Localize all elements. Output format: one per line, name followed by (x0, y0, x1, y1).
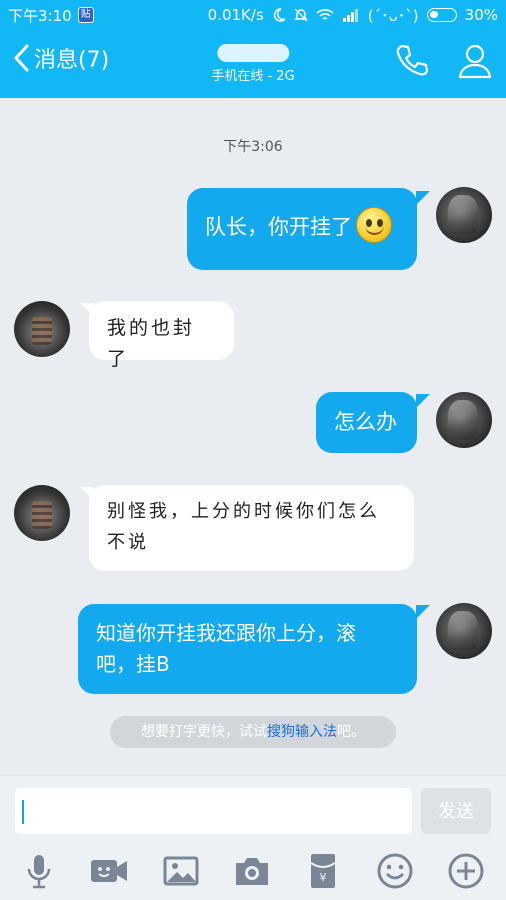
ime-link[interactable]: 搜狗输入法 (267, 724, 337, 740)
contact-name-redacted (217, 44, 289, 62)
ime-suggestion-tip: 想要打字更快，试试搜狗输入法吧。 (110, 716, 396, 748)
moon-icon (273, 8, 286, 22)
smile-emoji-icon (356, 207, 392, 243)
message-input[interactable] (15, 788, 412, 834)
chevron-left-icon (13, 44, 29, 72)
battery-level: 30% (464, 6, 498, 24)
composer: 发送 ¥ (0, 775, 506, 900)
status-emoticon: (´･ᴗ･`) (367, 6, 419, 25)
message-text: 我的也封了 (107, 317, 196, 370)
my-avatar[interactable] (436, 392, 492, 448)
camera-icon[interactable] (232, 851, 272, 891)
top-bar: 下午3:10 贴 0.01K/s (´･ᴗ･`) 30% 消息(7) 手机在线 … (0, 0, 506, 98)
message-text-line: 知道你开挂我还跟你上分，滚 (96, 621, 356, 645)
chat-timestamp: 下午3:06 (223, 139, 283, 155)
message-text: 怎么办 (334, 410, 397, 434)
battery-icon (426, 8, 457, 22)
back-label: 消息(7) (34, 48, 110, 73)
contact-avatar[interactable] (14, 301, 70, 357)
chat-header: 消息(7) 手机在线 - 2G (0, 30, 506, 98)
red-packet-icon[interactable]: ¥ (303, 851, 343, 891)
image-icon[interactable] (161, 851, 201, 891)
status-bar: 下午3:10 贴 0.01K/s (´･ᴗ･`) 30% (0, 0, 506, 30)
contact-avatar[interactable] (14, 485, 70, 541)
send-button[interactable]: 发送 (421, 788, 491, 834)
message-text-line: 别怪我，上分的时候你们怎么 (107, 501, 380, 522)
svg-text:¥: ¥ (320, 871, 327, 884)
message-text-line: 不说 (107, 532, 149, 553)
signal-icon (342, 9, 358, 22)
message-bubble-sent[interactable]: 队长，你开挂了 (187, 188, 417, 270)
phone-icon[interactable] (394, 42, 430, 78)
notification-app-icon: 贴 (77, 7, 94, 23)
text-caret (22, 800, 24, 824)
emoji-icon[interactable] (375, 851, 415, 891)
contact-title[interactable]: 手机在线 - 2G (211, 38, 295, 84)
my-avatar[interactable] (436, 187, 492, 243)
message-bubble-received[interactable]: 别怪我，上分的时候你们怎么 不说 (89, 485, 414, 571)
mic-icon[interactable] (19, 851, 59, 891)
plus-icon[interactable] (446, 851, 486, 891)
video-icon[interactable] (89, 851, 129, 891)
message-text-line: 吧，挂B (96, 652, 170, 676)
network-speed: 0.01K/s (207, 6, 264, 24)
wifi-icon (316, 9, 334, 20)
message-bubble-sent[interactable]: 怎么办 (316, 392, 417, 453)
message-bubble-received[interactable]: 我的也封了 (89, 301, 234, 370)
profile-icon[interactable] (457, 42, 493, 80)
message-bubble-sent[interactable]: 知道你开挂我还跟你上分，滚 吧，挂B (78, 604, 417, 694)
message-text: 队长，你开挂了 (205, 215, 352, 239)
status-time: 下午3:10 (8, 6, 72, 25)
my-avatar[interactable] (436, 603, 492, 659)
composer-toolbar: ¥ (0, 851, 506, 897)
mute-bell-icon (294, 8, 308, 22)
back-button[interactable]: 消息(7) (12, 42, 109, 74)
online-status: 手机在线 - 2G (211, 69, 295, 84)
